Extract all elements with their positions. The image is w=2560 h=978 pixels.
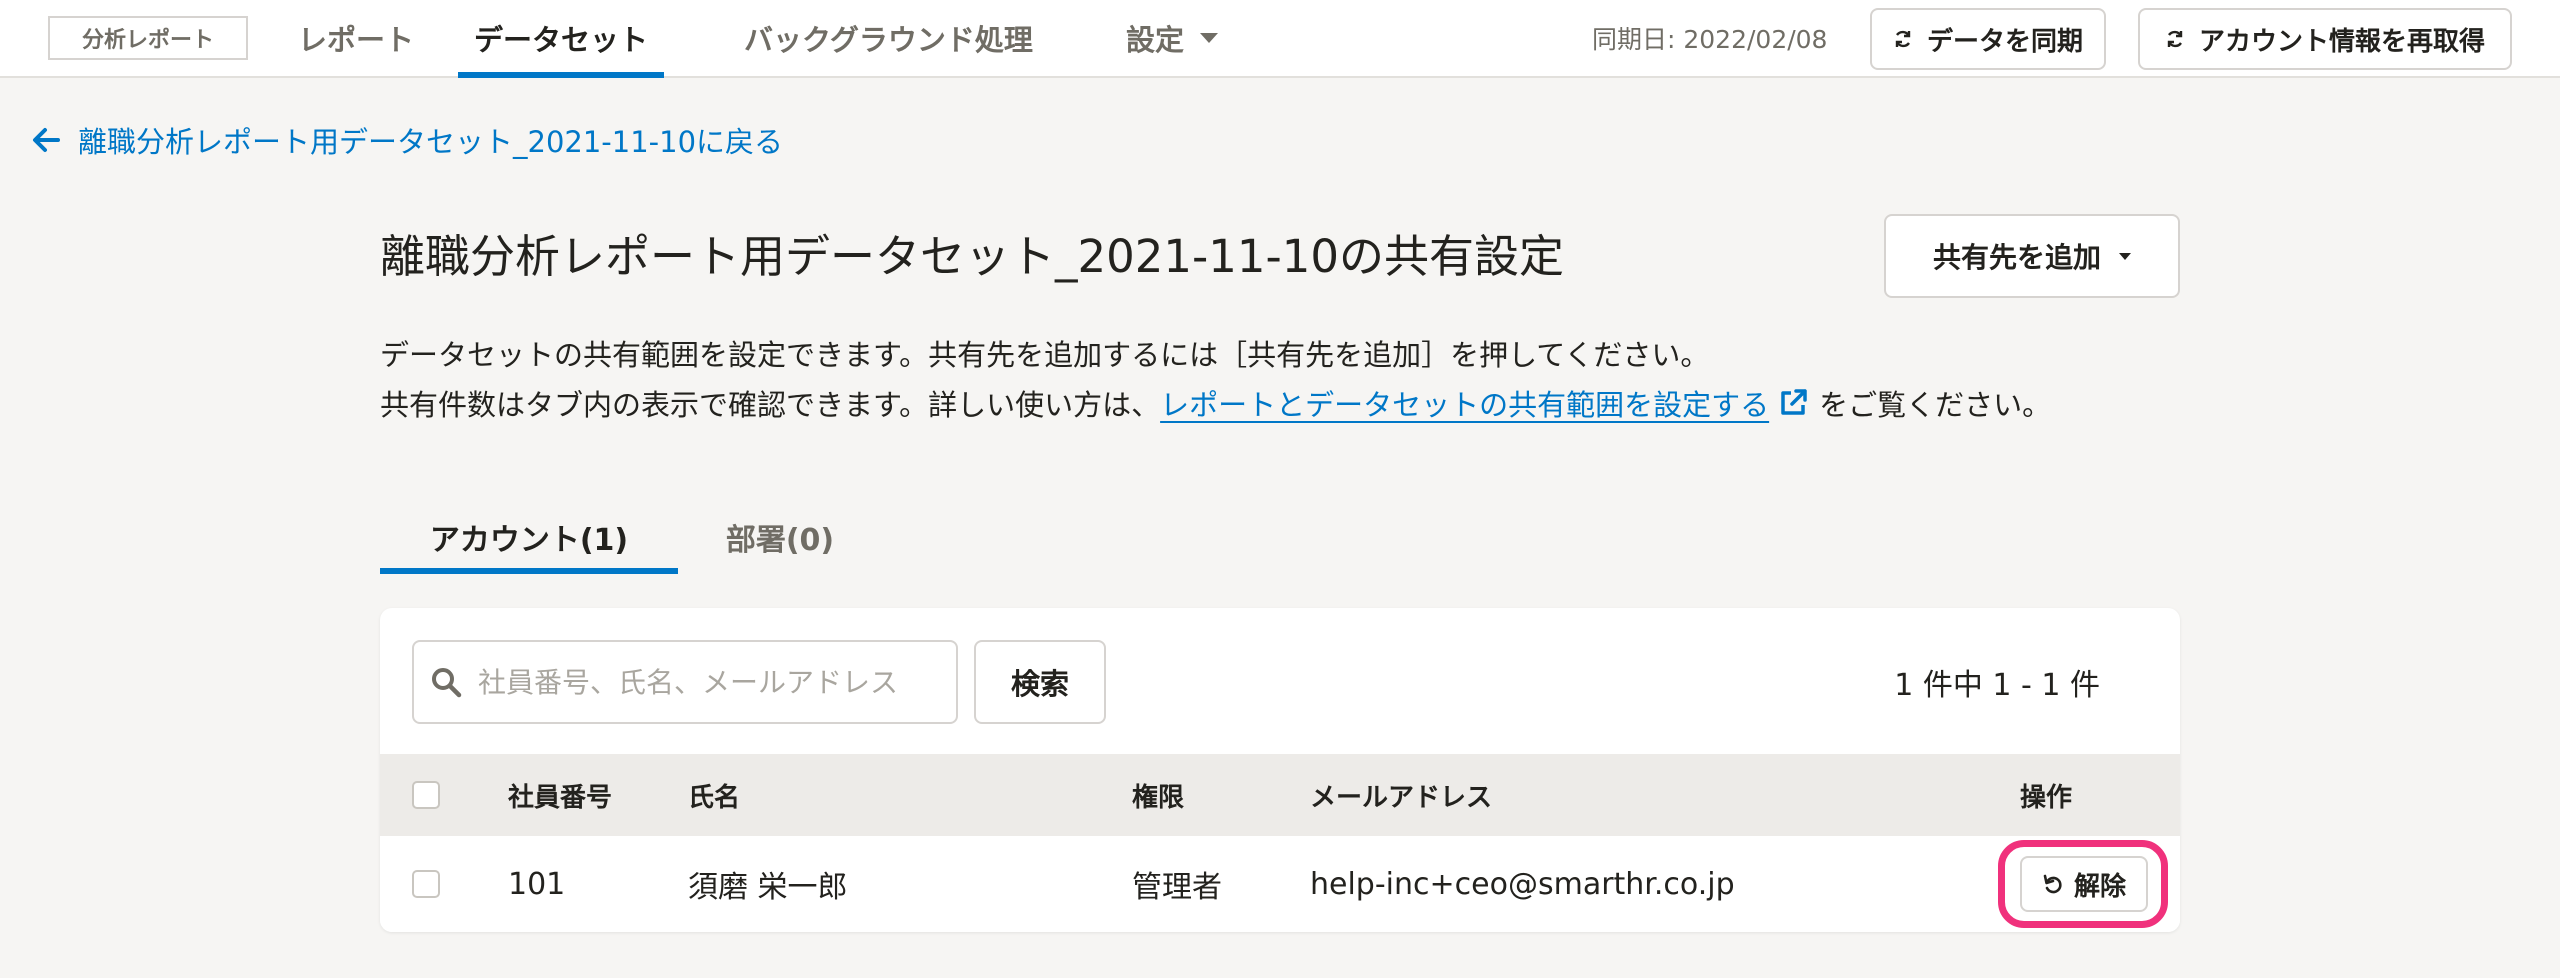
nav-item-settings[interactable]: 設定: [1126, 0, 1219, 76]
caret-down-icon: [1200, 33, 1219, 43]
release-button[interactable]: 解除: [2020, 856, 2148, 912]
description-line-2: 共有件数はタブ内の表示で確認できます。詳しい使い方は、レポートとデータセットの共…: [380, 380, 2160, 430]
tab-accounts[interactable]: アカウント(1): [380, 500, 678, 574]
undo-icon: [2043, 874, 2062, 894]
table-header: 社員番号 氏名 権限 メールアドレス 操作: [380, 754, 2180, 836]
page-title: 離職分析レポート用データセット_2021-11-10の共有設定: [380, 230, 1565, 283]
add-share-target-label: 共有先を追加: [1932, 241, 2101, 274]
nav-item-settings-label: 設定: [1126, 23, 1185, 57]
refresh-icon: [2167, 30, 2183, 48]
row-checkbox[interactable]: [412, 870, 440, 898]
search-input[interactable]: [476, 664, 950, 700]
row-select-cell: [412, 836, 440, 932]
description-prefix: 共有件数はタブ内の表示で確認できます。詳しい使い方は、: [380, 388, 1161, 422]
select-all-checkbox[interactable]: [412, 781, 440, 809]
back-link[interactable]: 離職分析レポート用データセット_2021-11-10に戻る: [32, 116, 783, 164]
role-cell: 管理者: [1132, 870, 1222, 905]
release-label: 解除: [2073, 871, 2126, 902]
arrow-left-icon: [33, 128, 60, 152]
nav-item-reports[interactable]: レポート: [298, 0, 414, 76]
email-cell: help-inc+ceo@smarthr.co.jp: [1310, 866, 1735, 902]
refresh-icon: [1895, 30, 1911, 48]
search-button[interactable]: 検索: [974, 640, 1106, 724]
refetch-account-label: アカウント情報を再取得: [2198, 26, 2485, 57]
share-list-card: 検索 1 件中 1 - 1 件 社員番号 氏名 権限 メールアドレス 操作 10…: [380, 608, 2180, 932]
external-link-icon: [1781, 389, 1807, 415]
table-row: 101 須磨 栄一郎 管理者 help-inc+ceo@smarthr.co.j…: [380, 836, 2180, 932]
sync-data-button[interactable]: データを同期: [1870, 8, 2106, 70]
name-cell: 須磨 栄一郎: [688, 870, 848, 905]
nav-item-background-jobs[interactable]: バックグラウンド処理: [744, 0, 1033, 76]
result-count: 1 件中 1 - 1 件: [1894, 668, 2100, 703]
sync-date: 同期日: 2022/02/08: [1592, 25, 1828, 54]
back-link-label: 離職分析レポート用データセット_2021-11-10に戻る: [78, 125, 784, 159]
search-icon: [432, 668, 462, 698]
column-header-name: 氏名: [688, 782, 741, 813]
description-suffix: をご覧ください。: [1819, 388, 2052, 422]
column-header-role: 権限: [1132, 782, 1185, 813]
employee-no-cell: 101: [508, 866, 566, 902]
brand-logo[interactable]: 分析レポート: [48, 16, 248, 60]
nav-item-datasets[interactable]: データセット: [458, 0, 665, 78]
column-header-employee-no: 社員番号: [508, 782, 613, 813]
refetch-account-button[interactable]: アカウント情報を再取得: [2138, 8, 2512, 70]
help-link[interactable]: レポートとデータセットの共有範囲を設定する: [1160, 388, 1769, 422]
top-navigation: 分析レポート レポート データセット バックグラウンド処理 設定 同期日: 20…: [0, 0, 2560, 78]
search-field[interactable]: [412, 640, 958, 724]
tab-departments[interactable]: 部署(0): [680, 500, 880, 574]
page-description: データセットの共有範囲を設定できます。共有先を追加するには［共有先を追加］を押し…: [380, 330, 2160, 430]
column-header-action: 操作: [2020, 782, 2073, 813]
caret-down-icon: [2119, 252, 2131, 260]
add-share-target-button[interactable]: 共有先を追加: [1884, 214, 2180, 298]
select-all-cell: [412, 754, 440, 836]
description-line-1: データセットの共有範囲を設定できます。共有先を追加するには［共有先を追加］を押し…: [380, 338, 1710, 372]
sync-data-label: データを同期: [1926, 26, 2083, 57]
column-header-email: メールアドレス: [1310, 782, 1493, 813]
